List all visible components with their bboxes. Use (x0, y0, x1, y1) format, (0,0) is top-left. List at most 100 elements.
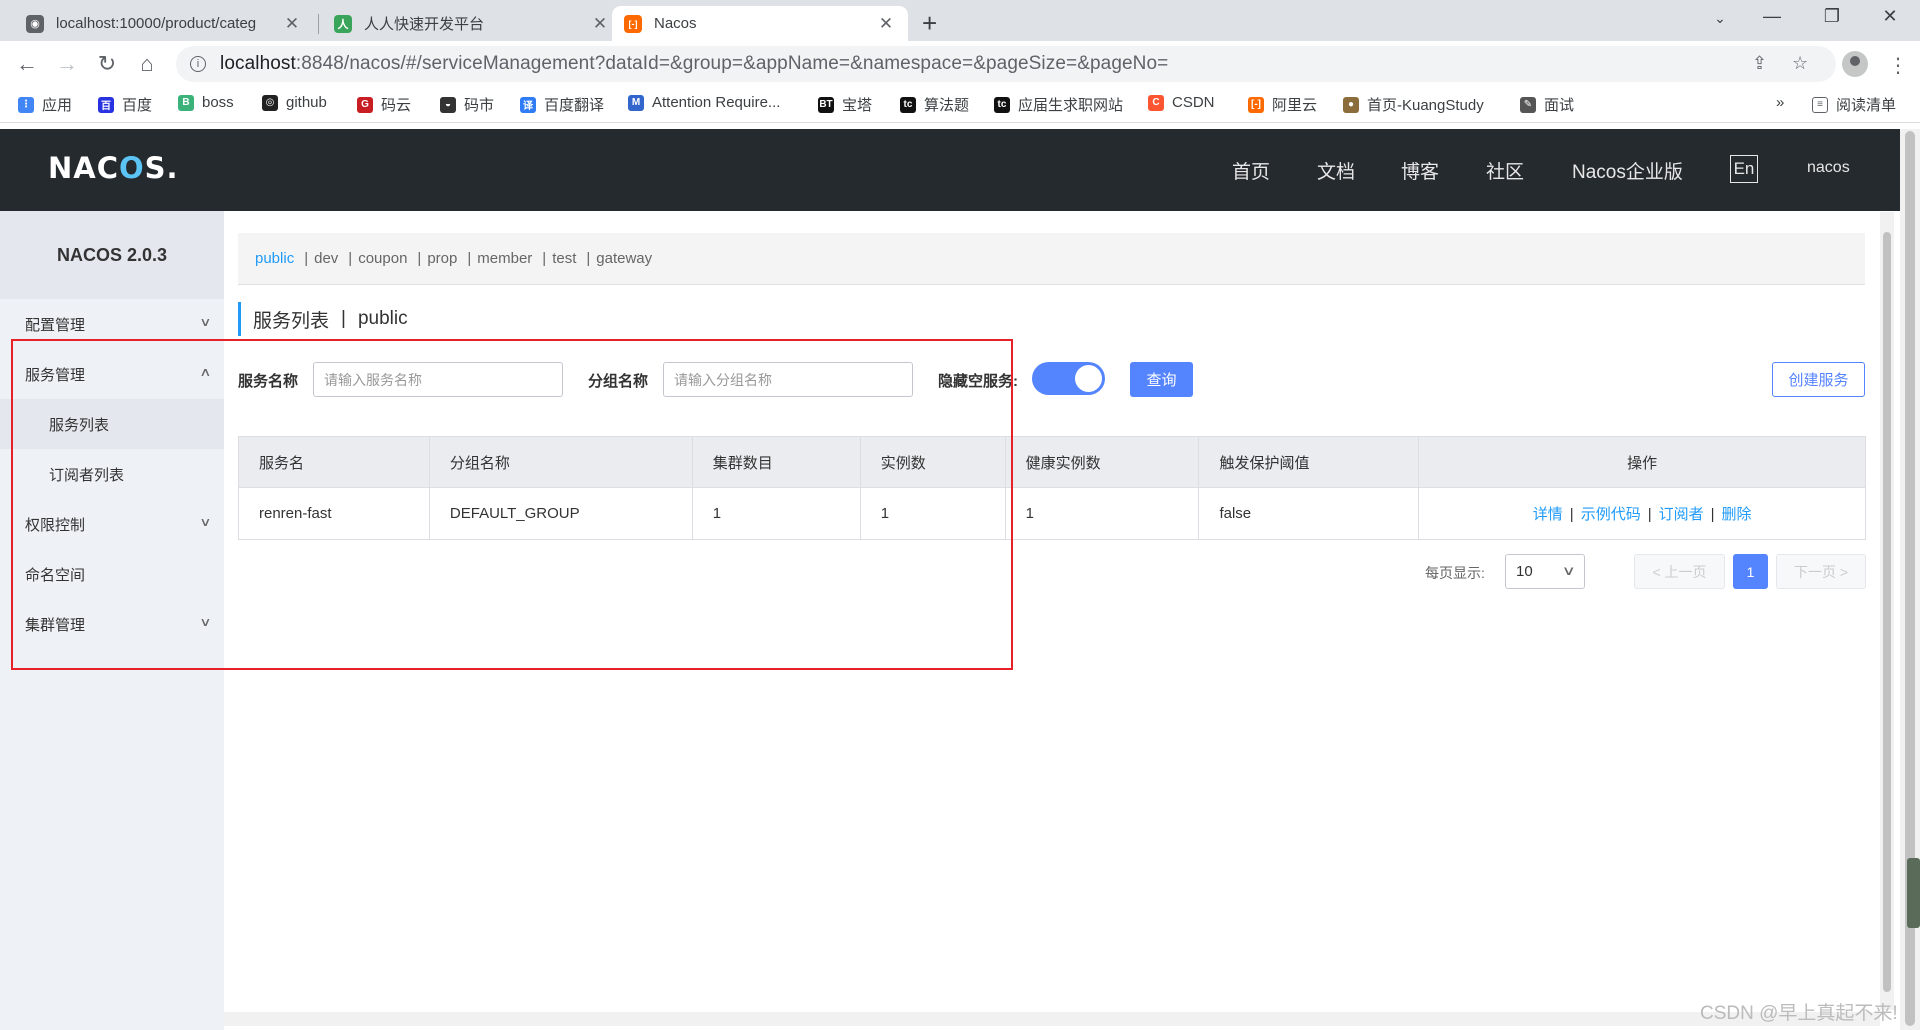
service-name-input[interactable] (313, 362, 563, 397)
horizontal-scrollbar[interactable] (224, 1012, 1880, 1026)
bookmark-label: github (286, 94, 327, 111)
bookmark-icon: ● (1343, 96, 1359, 113)
page-1-button[interactable]: 1 (1733, 554, 1768, 589)
separator: | (417, 250, 422, 267)
nav-docs[interactable]: 文档 (1317, 157, 1355, 184)
sidebar-item-service-mgmt[interactable]: 服务管理 ∧ (0, 349, 224, 399)
per-page-select[interactable]: 10 ∨ (1505, 554, 1585, 589)
bookmark-label: 码市 (464, 97, 495, 114)
namespace-gateway[interactable]: gateway (596, 250, 652, 267)
bookmark-item[interactable]: BT 宝塔 (818, 94, 872, 115)
language-toggle[interactable]: En (1730, 155, 1758, 183)
bookmark-item[interactable]: M Attention Require... (628, 94, 780, 111)
url-bar[interactable]: i localhost:8848/nacos/#/serviceManageme… (176, 46, 1836, 82)
nacos-header: NACOS. 首页 文档 博客 社区 Nacos企业版 En nacos (0, 129, 1900, 211)
reload-icon[interactable]: ↻ (92, 51, 122, 77)
content-scrollbar[interactable] (1880, 212, 1894, 1010)
bookmark-item[interactable]: ✎ 面试 (1520, 94, 1574, 115)
bookmark-icon: C (1148, 94, 1164, 111)
site-info-icon[interactable]: i (190, 56, 206, 72)
sidebar-item-cluster[interactable]: 集群管理 ∨ (0, 599, 224, 649)
share-icon[interactable]: ⇪ (1752, 53, 1767, 74)
group-name-input[interactable] (663, 362, 913, 397)
bookmark-item[interactable]: G 码云 (357, 94, 411, 115)
user-name[interactable]: nacos (1807, 159, 1850, 177)
bookmark-icon: 百 (98, 96, 114, 113)
sidebar-item-auth[interactable]: 权限控制 ∨ (0, 499, 224, 549)
sidebar-item-namespace[interactable]: 命名空间 (0, 549, 224, 599)
next-page-button[interactable]: 下一页 > (1776, 554, 1866, 589)
browser-tab-3-active[interactable]: [-] Nacos ✕ (612, 6, 908, 41)
namespace-prop[interactable]: prop (427, 250, 457, 267)
bookmark-label: 宝塔 (842, 97, 873, 114)
per-page-label: 每页显示: (1425, 565, 1485, 581)
bookmark-label: boss (202, 94, 234, 111)
sidebar-item-config[interactable]: 配置管理 ∨ (0, 299, 224, 349)
table-header-row: 服务名 分组名称 集群数目 实例数 健康实例数 触发保护阈值 操作 (238, 436, 1866, 488)
bookmark-item[interactable]: Bboss (178, 94, 234, 111)
bookmark-item[interactable]: ⋮ 应用 (18, 94, 72, 115)
tab-divider (318, 14, 319, 34)
delete-link[interactable]: 删除 (1722, 506, 1752, 523)
query-button[interactable]: 查询 (1130, 362, 1193, 397)
hide-empty-toggle[interactable] (1032, 362, 1105, 395)
cell-clusters: 1 (692, 487, 861, 540)
sample-code-link[interactable]: 示例代码 (1581, 506, 1641, 523)
namespace-member[interactable]: member (477, 250, 532, 267)
reading-list-button[interactable]: ≡ 阅读清单 (1812, 94, 1896, 115)
namespace-public[interactable]: public (255, 250, 294, 267)
maximize-icon[interactable]: ❐ (1812, 6, 1852, 27)
nav-community[interactable]: 社区 (1486, 157, 1524, 184)
prev-page-button[interactable]: < 上一页 (1634, 554, 1725, 589)
separator: | (1710, 506, 1715, 523)
namespace-coupon[interactable]: coupon (358, 250, 407, 267)
bookmark-icon: 译 (520, 96, 536, 113)
close-icon[interactable]: ✕ (282, 14, 302, 34)
subscriber-link[interactable]: 订阅者 (1659, 506, 1704, 523)
bookmark-item[interactable]: tc 应届生求职网站 (994, 94, 1123, 115)
sidebar-item-label: 集群管理 (25, 616, 86, 634)
sidebar-item-service-list[interactable]: 服务列表 (0, 399, 224, 449)
window-close-icon[interactable]: ✕ (1870, 6, 1910, 27)
bookmark-item[interactable]: ◒ 码市 (440, 94, 494, 115)
bookmark-icon: tc (900, 96, 916, 113)
separator: | (1647, 506, 1652, 523)
create-service-button[interactable]: 创建服务 (1772, 362, 1865, 397)
bookmark-item[interactable]: tc 算法题 (900, 94, 969, 115)
nacos-logo[interactable]: NACOS. (48, 151, 179, 185)
bookmark-label: 面试 (1544, 97, 1575, 114)
side-widget[interactable] (1907, 858, 1920, 928)
star-icon[interactable]: ☆ (1792, 53, 1808, 74)
minimize-icon[interactable]: — (1752, 6, 1792, 27)
bookmark-label: 百度翻译 (544, 97, 605, 114)
close-icon[interactable]: ✕ (590, 14, 610, 34)
bookmark-item[interactable]: ◎ github (262, 94, 327, 111)
nav-blog[interactable]: 博客 (1401, 157, 1439, 184)
menu-kebab-icon[interactable]: ⋮ (1888, 53, 1908, 78)
browser-tab-2[interactable]: 人 人人快速开发平台 ✕ (322, 6, 622, 41)
namespace-dev[interactable]: dev (314, 250, 338, 267)
bookmark-item[interactable]: [-] 阿里云 (1248, 94, 1317, 115)
bookmark-label: 阿里云 (1272, 97, 1318, 114)
close-icon[interactable]: ✕ (876, 14, 896, 34)
back-icon[interactable]: ← (12, 51, 42, 77)
scroll-thumb[interactable] (1883, 232, 1891, 992)
namespace-test[interactable]: test (552, 250, 576, 267)
bookmark-item[interactable]: ● 首页-KuangStudy (1343, 94, 1484, 115)
browser-tab-1[interactable]: ◉ localhost:10000/product/categ ✕ (14, 6, 314, 41)
detail-link[interactable]: 详情 (1533, 506, 1563, 523)
bookmark-item[interactable]: C CSDN (1148, 94, 1215, 111)
profile-avatar-icon[interactable] (1842, 51, 1868, 77)
home-icon[interactable]: ⌂ (132, 51, 162, 77)
new-tab-icon[interactable]: + (922, 8, 937, 39)
page-title: 服务列表 | public (238, 302, 408, 336)
table-row: renren-fast DEFAULT_GROUP 1 1 1 false 详情… (238, 487, 1866, 540)
bookmark-item[interactable]: 译百度翻译 (520, 94, 604, 115)
sidebar-item-subscribers[interactable]: 订阅者列表 (0, 449, 224, 499)
forward-icon[interactable]: → (52, 51, 82, 77)
bookmark-item[interactable]: 百百度 (98, 94, 152, 115)
tab-search-icon[interactable]: ⌄ (1700, 10, 1740, 27)
bookmarks-more-icon[interactable]: » (1776, 94, 1784, 111)
nav-home[interactable]: 首页 (1232, 157, 1270, 184)
nav-enterprise[interactable]: Nacos企业版 (1572, 157, 1683, 184)
